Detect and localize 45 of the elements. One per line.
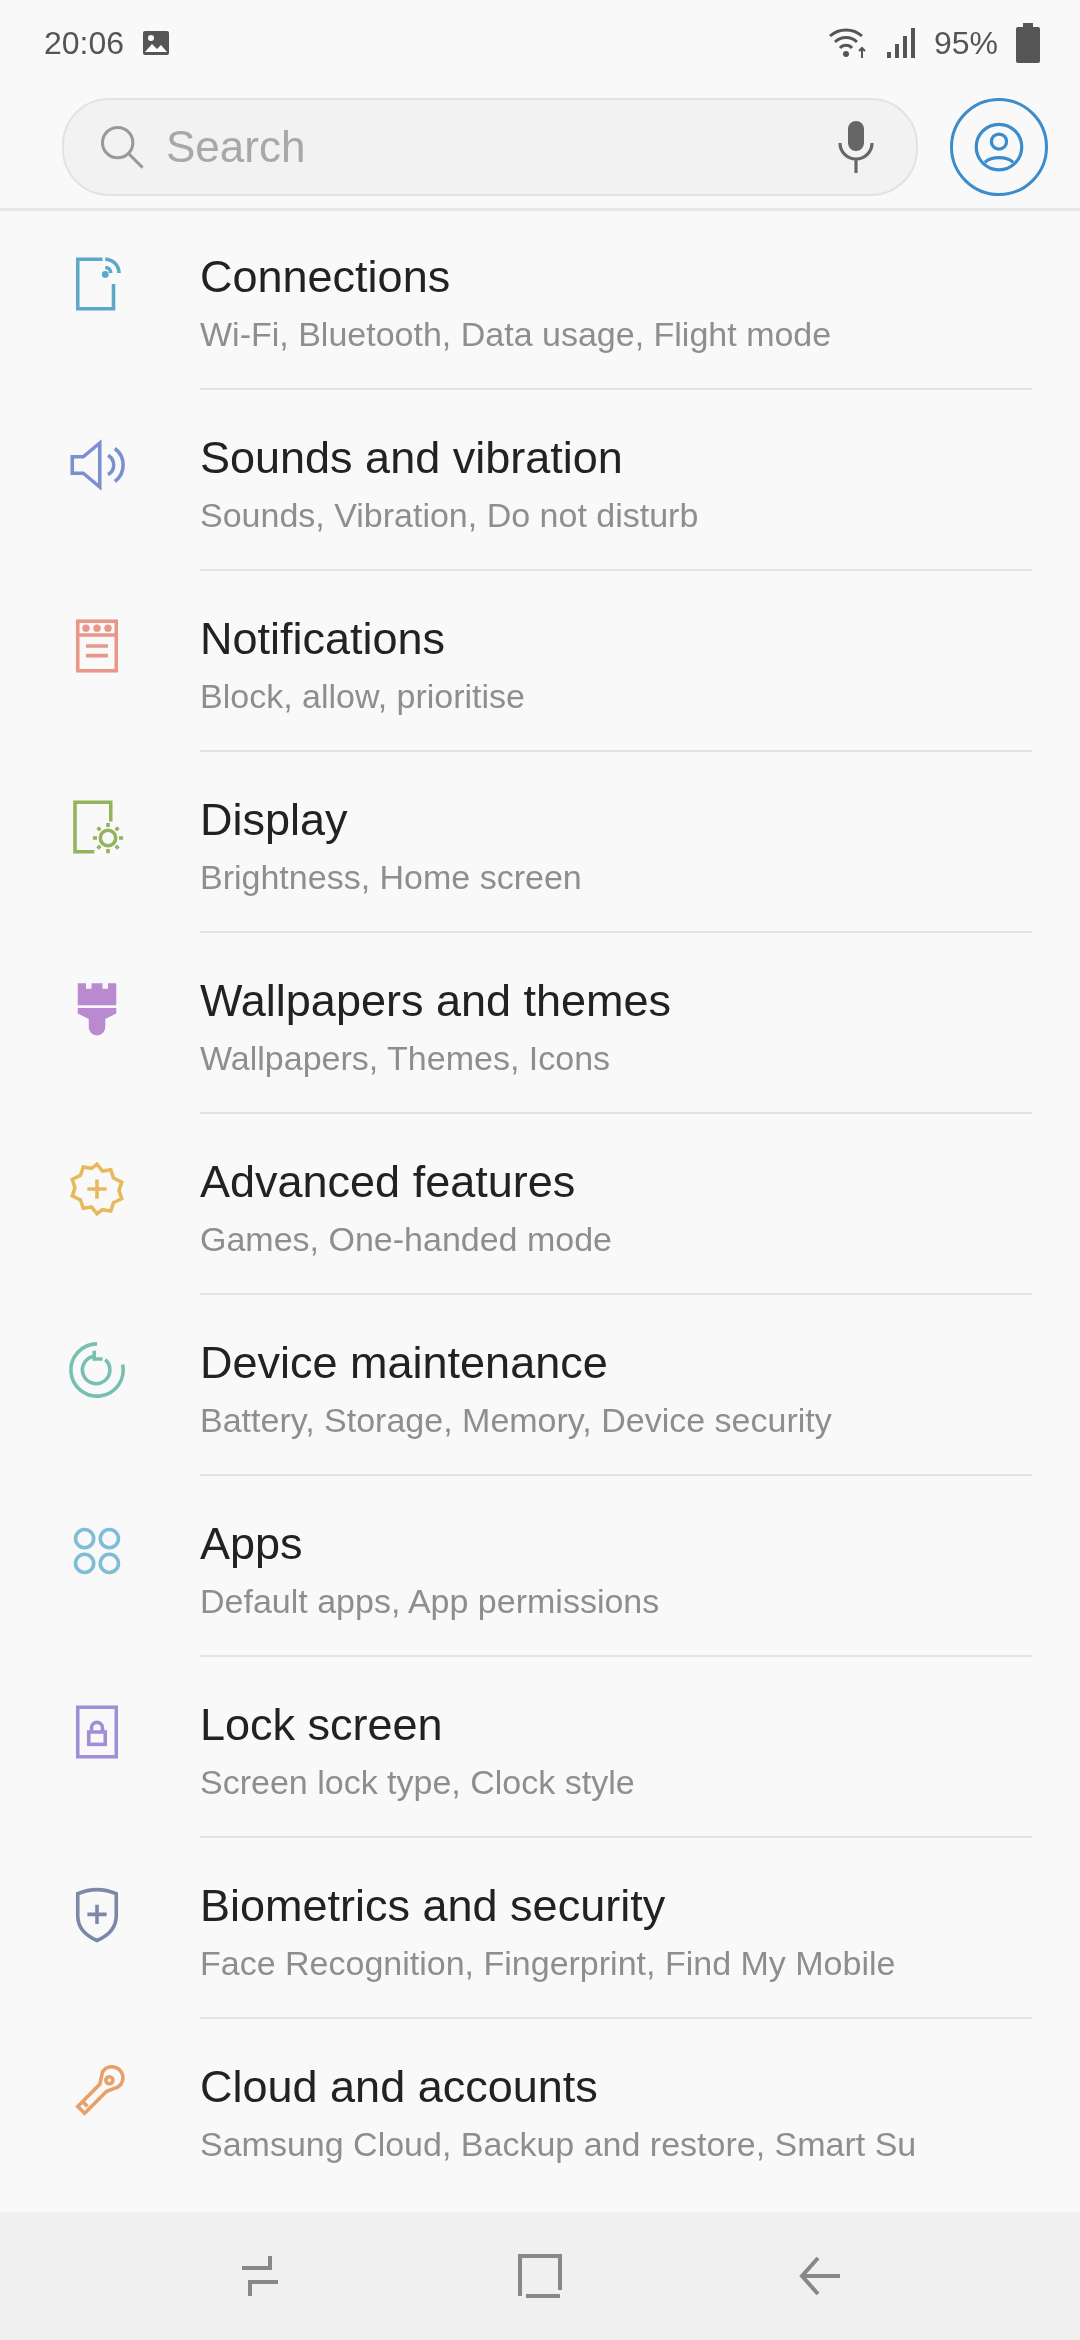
setting-title: Biometrics and security (200, 1880, 667, 1932)
setting-subtitle: Sounds, Vibration, Do not disturb (200, 496, 700, 535)
status-time: 20:06 (44, 24, 125, 62)
settings-item[interactable]: Display Brightness, Home screen (0, 754, 1080, 935)
settings-item[interactable]: Connections Wi-Fi, Bluetooth, Data usage, Flight mode (0, 211, 1080, 392)
setting-subtitle: Brightness, Home screen (200, 858, 583, 897)
setting-title: Device maintenance (200, 1337, 609, 1389)
settings-item[interactable]: Apps Default apps, App permissions (0, 1478, 1080, 1659)
setting-subtitle: Wallpapers, Themes, Icons (200, 1039, 612, 1078)
battery-percent: 95% (933, 24, 998, 62)
setting-title: Notifications (200, 613, 447, 665)
search-field[interactable]: Search (164, 121, 820, 173)
setting-title: Connections (200, 251, 452, 303)
microphone-icon[interactable] (836, 119, 876, 175)
setting-subtitle: Default apps, App permissions (200, 1582, 661, 1621)
setting-subtitle: Screen lock type, Clock style (200, 1763, 636, 1802)
settings-item[interactable]: Notifications Block, allow, prioritise (0, 573, 1080, 754)
image-icon (142, 30, 171, 56)
setting-title: Sounds and vibration (200, 432, 624, 484)
setting-title: Apps (200, 1518, 304, 1570)
setting-subtitle: Wi-Fi, Bluetooth, Data usage, Flight mode (200, 315, 833, 354)
profile-button[interactable] (950, 98, 1048, 196)
setting-title: Wallpapers and themes (200, 975, 673, 1027)
setting-title: Advanced features (200, 1156, 577, 1208)
setting-subtitle: Games, One-handed mode (200, 1220, 614, 1259)
wifi-icon (827, 26, 868, 60)
settings-item[interactable]: Wallpapers and themes Wallpapers, Themes, Icons (0, 935, 1080, 1116)
settings-item[interactable]: Device maintenance Battery, Storage, Memory, Device security (0, 1297, 1080, 1478)
settings-item[interactable]: Biometrics and security Face Recognition, Fingerprint, Find My Mobile (0, 1840, 1080, 2021)
setting-title: Lock screen (200, 1699, 444, 1751)
setting-subtitle: Face Recognition, Fingerprint, Find My Mobile (200, 1944, 897, 1983)
settings-item[interactable]: Advanced features Games, One-handed mode (0, 1116, 1080, 1297)
profile-icon (973, 121, 1025, 173)
setting-title: Display (200, 794, 349, 846)
signal-icon (885, 26, 916, 60)
home-button[interactable] (516, 2252, 564, 2300)
setting-subtitle: Block, allow, prioritise (200, 677, 526, 716)
battery-icon (1016, 23, 1040, 63)
setting-title: Cloud and accounts (200, 2061, 599, 2113)
setting-subtitle: Battery, Storage, Memory, Device security (200, 1401, 833, 1440)
setting-subtitle: Samsung Cloud, Backup and restore, Smart Su (200, 2125, 918, 2164)
settings-item[interactable]: Cloud and accounts Samsung Cloud, Backup and restore, Smart Su (0, 2021, 1080, 2202)
settings-item[interactable]: Sounds and vibration Sounds, Vibration, Do not disturb (0, 392, 1080, 573)
search-bar[interactable]: Search (62, 98, 918, 196)
settings-item[interactable]: Lock screen Screen lock type, Clock style (0, 1659, 1080, 1840)
